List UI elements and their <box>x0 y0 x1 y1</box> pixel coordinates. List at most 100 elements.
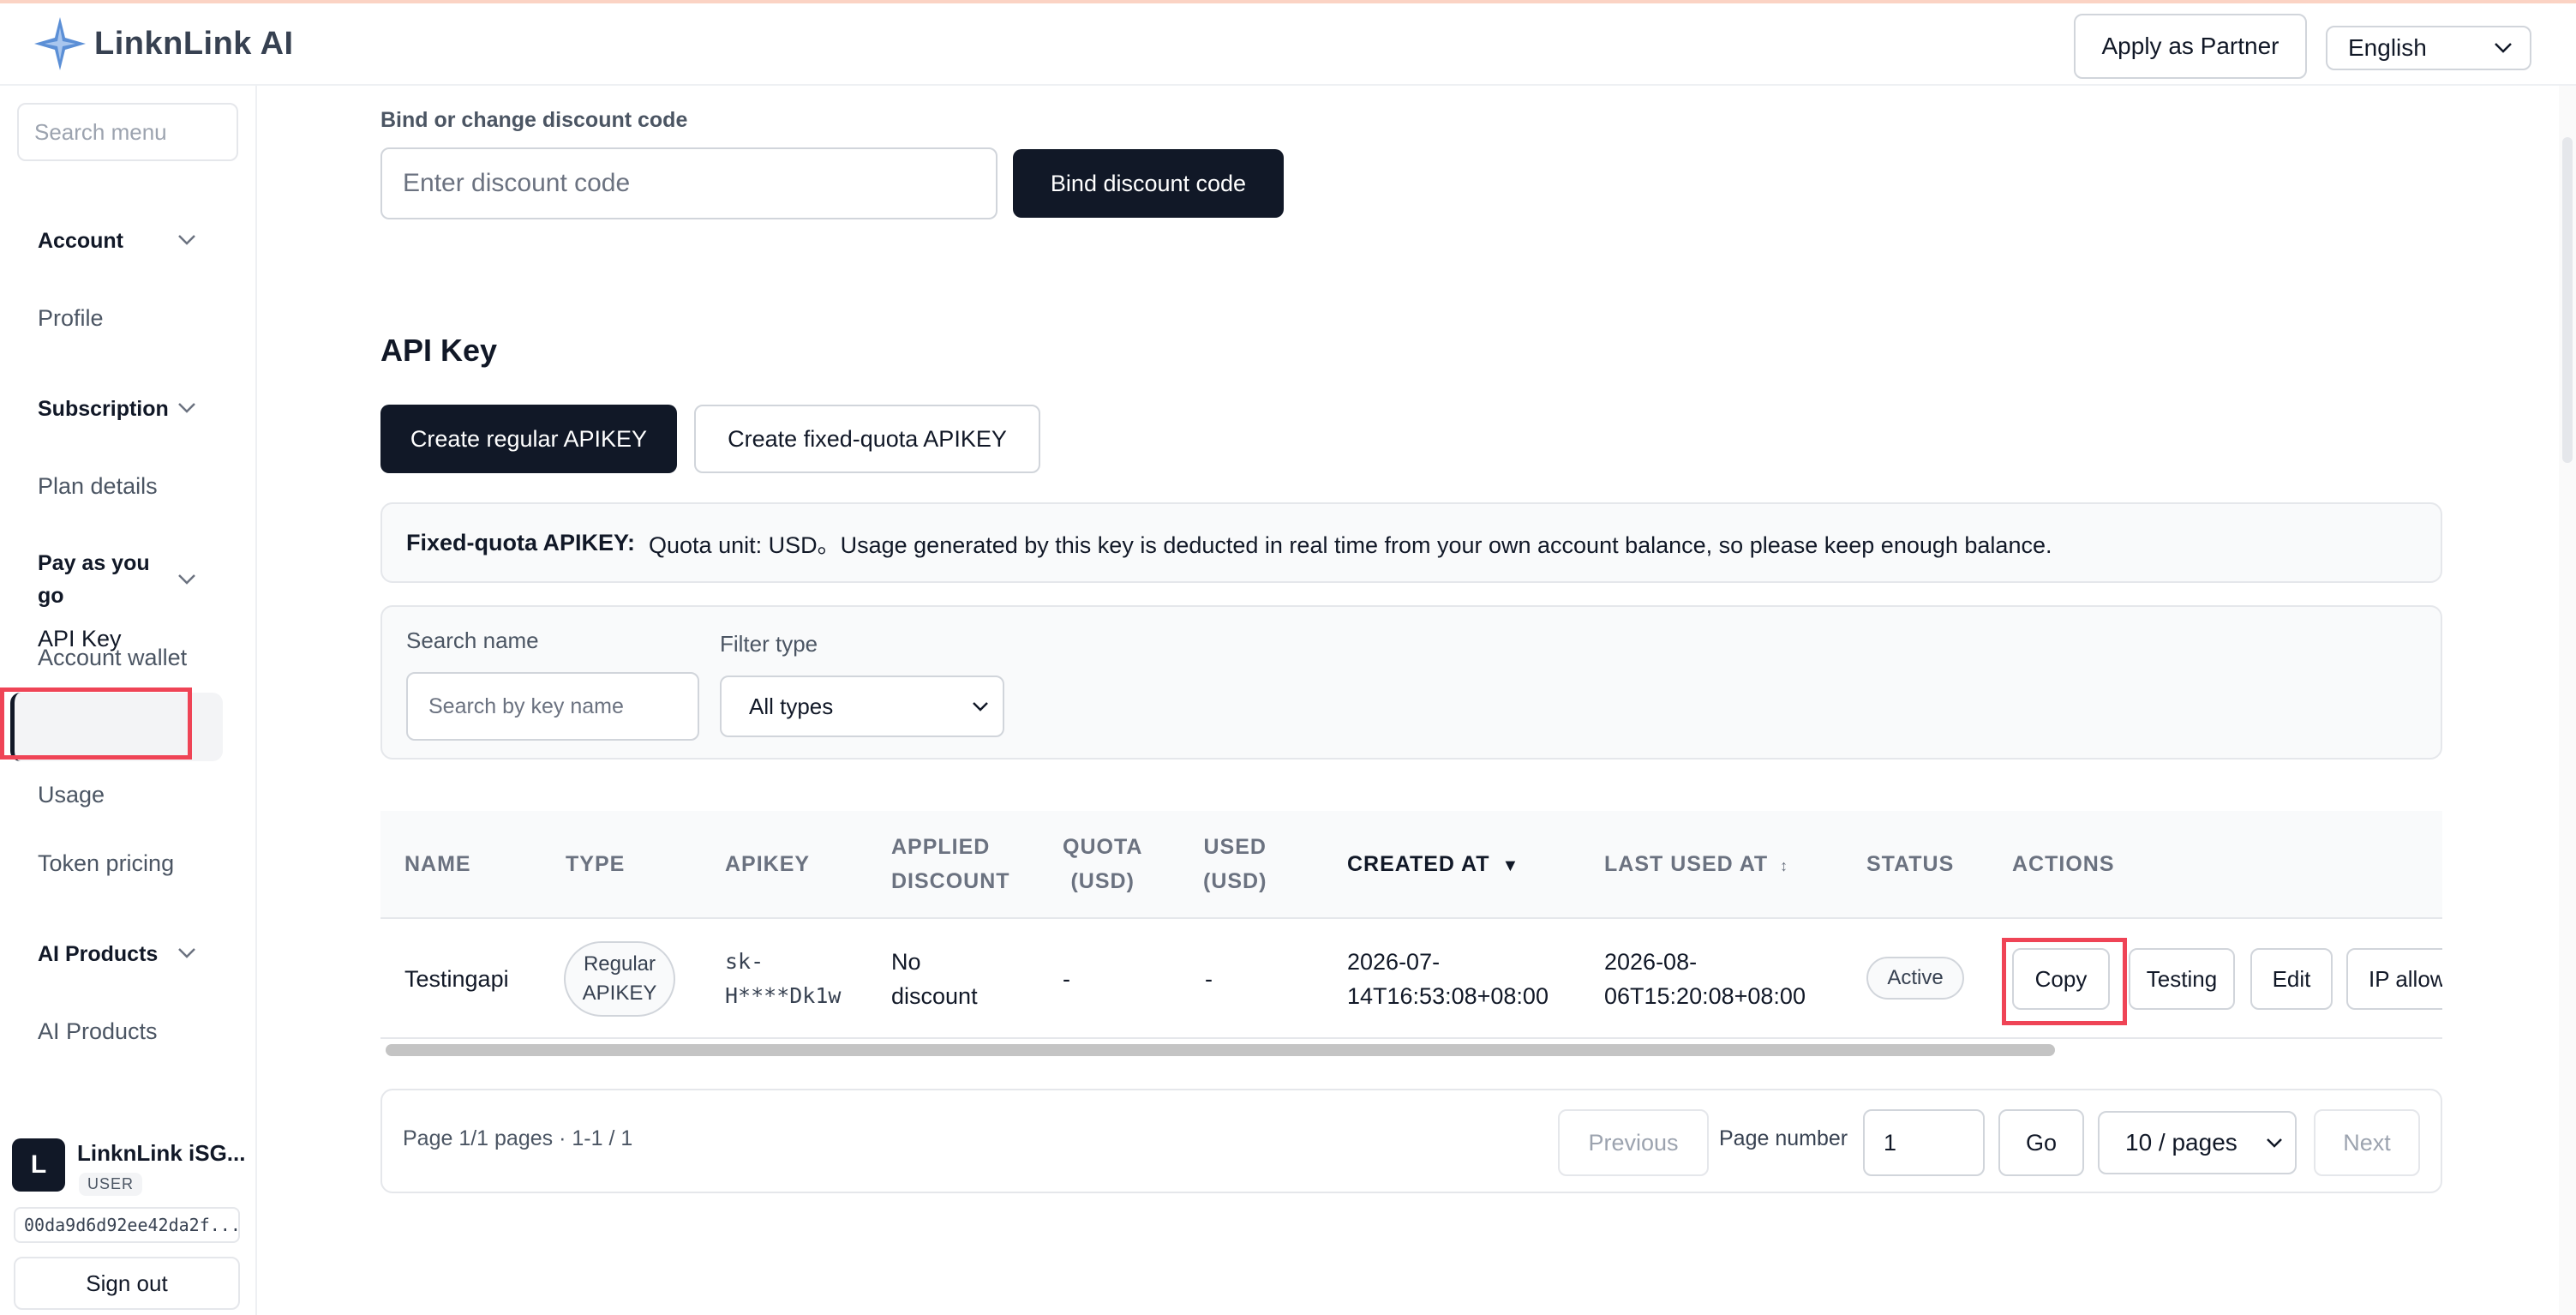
search-key-name-input[interactable]: Search by key name <box>406 672 699 741</box>
row-last-used-line1: 2026-08- <box>1604 949 1698 975</box>
filter-type-select[interactable]: All types <box>720 676 1004 737</box>
col-used-line2: (USD) <box>1203 869 1267 893</box>
sign-out-button[interactable]: Sign out <box>14 1257 240 1310</box>
col-last-used-at-label: LAST USED AT <box>1604 852 1769 876</box>
page-number-label: Page number <box>1719 1126 1848 1150</box>
status-badge: Active <box>1866 957 1964 1000</box>
row-discount: No discount <box>891 945 978 1013</box>
page-title: API Key <box>380 333 498 368</box>
filter-type-label: Filter type <box>720 631 818 657</box>
apply-partner-button[interactable]: Apply as Partner <box>2074 14 2307 79</box>
col-used: USED (USD) <box>1203 830 1267 898</box>
col-created-at[interactable]: CREATED AT ▼ <box>1347 847 1519 883</box>
row-created-at: 2026-07- 14T16:53:08+08:00 <box>1347 945 1549 1013</box>
page-scrollbar-thumb[interactable] <box>2562 137 2573 463</box>
notice-text: Quota unit: USD。Usage generated by this … <box>649 531 2052 558</box>
discount-code-input[interactable]: Enter discount code <box>380 147 997 219</box>
col-applied-discount-line1: APPLIED <box>891 835 991 859</box>
row-created-line1: 2026-07- <box>1347 949 1441 975</box>
sidebar-item-plan-details[interactable]: Plan details <box>38 473 158 500</box>
page-info: Page 1/1 pages · 1-1 / 1 <box>403 1126 633 1150</box>
filter-type-value: All types <box>749 693 834 719</box>
row-discount-line2: discount <box>891 983 978 1009</box>
col-applied-discount-line2: DISCOUNT <box>891 869 1010 893</box>
col-quota-line2: (USD) <box>1070 869 1135 893</box>
sidebar-item-token-pricing[interactable]: Token pricing <box>38 850 174 877</box>
testing-button[interactable]: Testing <box>2129 948 2235 1010</box>
type-badge-line2: APIKEY <box>582 982 657 1005</box>
sidebar-item-usage[interactable]: Usage <box>38 782 105 808</box>
col-status: STATUS <box>1866 852 1955 876</box>
language-select[interactable]: English <box>2326 26 2531 70</box>
row-created-line2: 14T16:53:08+08:00 <box>1347 983 1549 1009</box>
notice-title: Fixed-quota APIKEY: <box>406 529 636 555</box>
col-name: NAME <box>404 852 471 876</box>
sidebar-item-api-key[interactable]: API Key <box>38 626 122 652</box>
col-actions: ACTIONS <box>2012 852 2115 876</box>
highlight-copy <box>2002 938 2127 1025</box>
table-row: Testingapi Regular APIKEY sk- H****Dk1w … <box>380 919 2442 1039</box>
avatar: L <box>12 1138 65 1192</box>
row-apikey: sk- H****Dk1w <box>725 945 841 1013</box>
col-last-used-at[interactable]: LAST USED AT ↕ <box>1604 847 1788 883</box>
brand-name: LinknLink AI <box>94 25 294 62</box>
user-id[interactable]: 00da9d6d92ee42da2f... <box>14 1207 240 1243</box>
top-bar: LinknLink AI Apply as Partner English <box>0 0 2576 86</box>
col-quota: QUOTA (USD) <box>1063 830 1142 898</box>
row-discount-line1: No <box>891 949 921 975</box>
sidebar-group-pay-as-you-go[interactable]: Pay as you go <box>38 547 166 612</box>
create-fixed-apikey-button[interactable]: Create fixed-quota APIKEY <box>694 405 1040 473</box>
fixed-quota-notice: Fixed-quota APIKEY: Quota unit: USD。Usag… <box>380 502 2442 583</box>
chevron-down-icon[interactable] <box>177 401 201 425</box>
col-applied-discount: APPLIED DISCOUNT <box>891 830 1010 898</box>
row-name: Testingapi <box>404 966 509 992</box>
col-type: TYPE <box>566 852 626 876</box>
user-role-badge: USER <box>79 1173 143 1196</box>
chevron-down-icon[interactable] <box>177 573 201 597</box>
edit-button[interactable]: Edit <box>2250 948 2333 1010</box>
sidebar: Search menu Account Profile Subscription… <box>0 86 257 1315</box>
search-menu-input[interactable]: Search menu <box>17 103 238 161</box>
discount-label: Bind or change discount code <box>380 108 688 132</box>
chevron-down-icon <box>972 701 989 712</box>
bind-discount-button[interactable]: Bind discount code <box>1013 149 1284 218</box>
sort-desc-icon[interactable]: ▼ <box>1501 856 1519 875</box>
chevron-down-icon[interactable] <box>177 946 201 970</box>
user-name: LinknLink iSG... <box>77 1140 246 1166</box>
sidebar-item-profile[interactable]: Profile <box>38 305 104 332</box>
row-apikey-line2: H****Dk1w <box>725 983 842 1008</box>
row-last-used-at: 2026-08- 06T15:20:08+08:00 <box>1604 945 1806 1013</box>
chevron-down-icon <box>2494 42 2513 54</box>
page-size-value: 10 / pages <box>2125 1129 2238 1156</box>
type-badge-line1: Regular <box>583 952 656 976</box>
apikey-table: NAME TYPE APIKEY APPLIED DISCOUNT QUOTA … <box>380 811 2442 1060</box>
language-value: English <box>2348 34 2427 61</box>
pagination: Page 1/1 pages · 1-1 / 1 Previous Page n… <box>380 1089 2442 1193</box>
row-used: - <box>1205 966 1213 992</box>
create-regular-apikey-button[interactable]: Create regular APIKEY <box>380 405 677 473</box>
previous-button[interactable]: Previous <box>1558 1109 1709 1176</box>
row-last-used-line2: 06T15:20:08+08:00 <box>1604 983 1806 1009</box>
sidebar-item-ai-products[interactable]: AI Products <box>38 1018 158 1045</box>
search-name-label: Search name <box>406 627 539 653</box>
sort-icon[interactable]: ↕ <box>1780 857 1788 874</box>
ip-allow-button[interactable]: IP allow <box>2346 948 2442 1010</box>
row-apikey-line1: sk- <box>725 949 764 974</box>
row-quota: - <box>1063 966 1070 992</box>
brand-logo[interactable]: LinknLink AI <box>33 15 294 72</box>
chevron-down-icon <box>2266 1138 2283 1148</box>
col-created-at-label: CREATED AT <box>1347 852 1490 876</box>
highlight-api-key <box>0 688 192 760</box>
go-button[interactable]: Go <box>1998 1109 2084 1176</box>
col-apikey: APIKEY <box>725 852 811 876</box>
table-horizontal-scrollbar[interactable] <box>386 1044 2055 1056</box>
page-number-input[interactable]: 1 <box>1863 1109 1985 1176</box>
type-badge: Regular APIKEY <box>564 941 675 1017</box>
col-quota-line1: QUOTA <box>1063 835 1143 859</box>
sparkle-logo-icon <box>33 15 87 72</box>
table-header: NAME TYPE APIKEY APPLIED DISCOUNT QUOTA … <box>380 811 2442 919</box>
page-size-select[interactable]: 10 / pages <box>2098 1111 2297 1174</box>
filter-panel: Search name Search by key name Filter ty… <box>380 605 2442 760</box>
next-button[interactable]: Next <box>2314 1109 2420 1176</box>
chevron-down-icon[interactable] <box>177 233 201 257</box>
